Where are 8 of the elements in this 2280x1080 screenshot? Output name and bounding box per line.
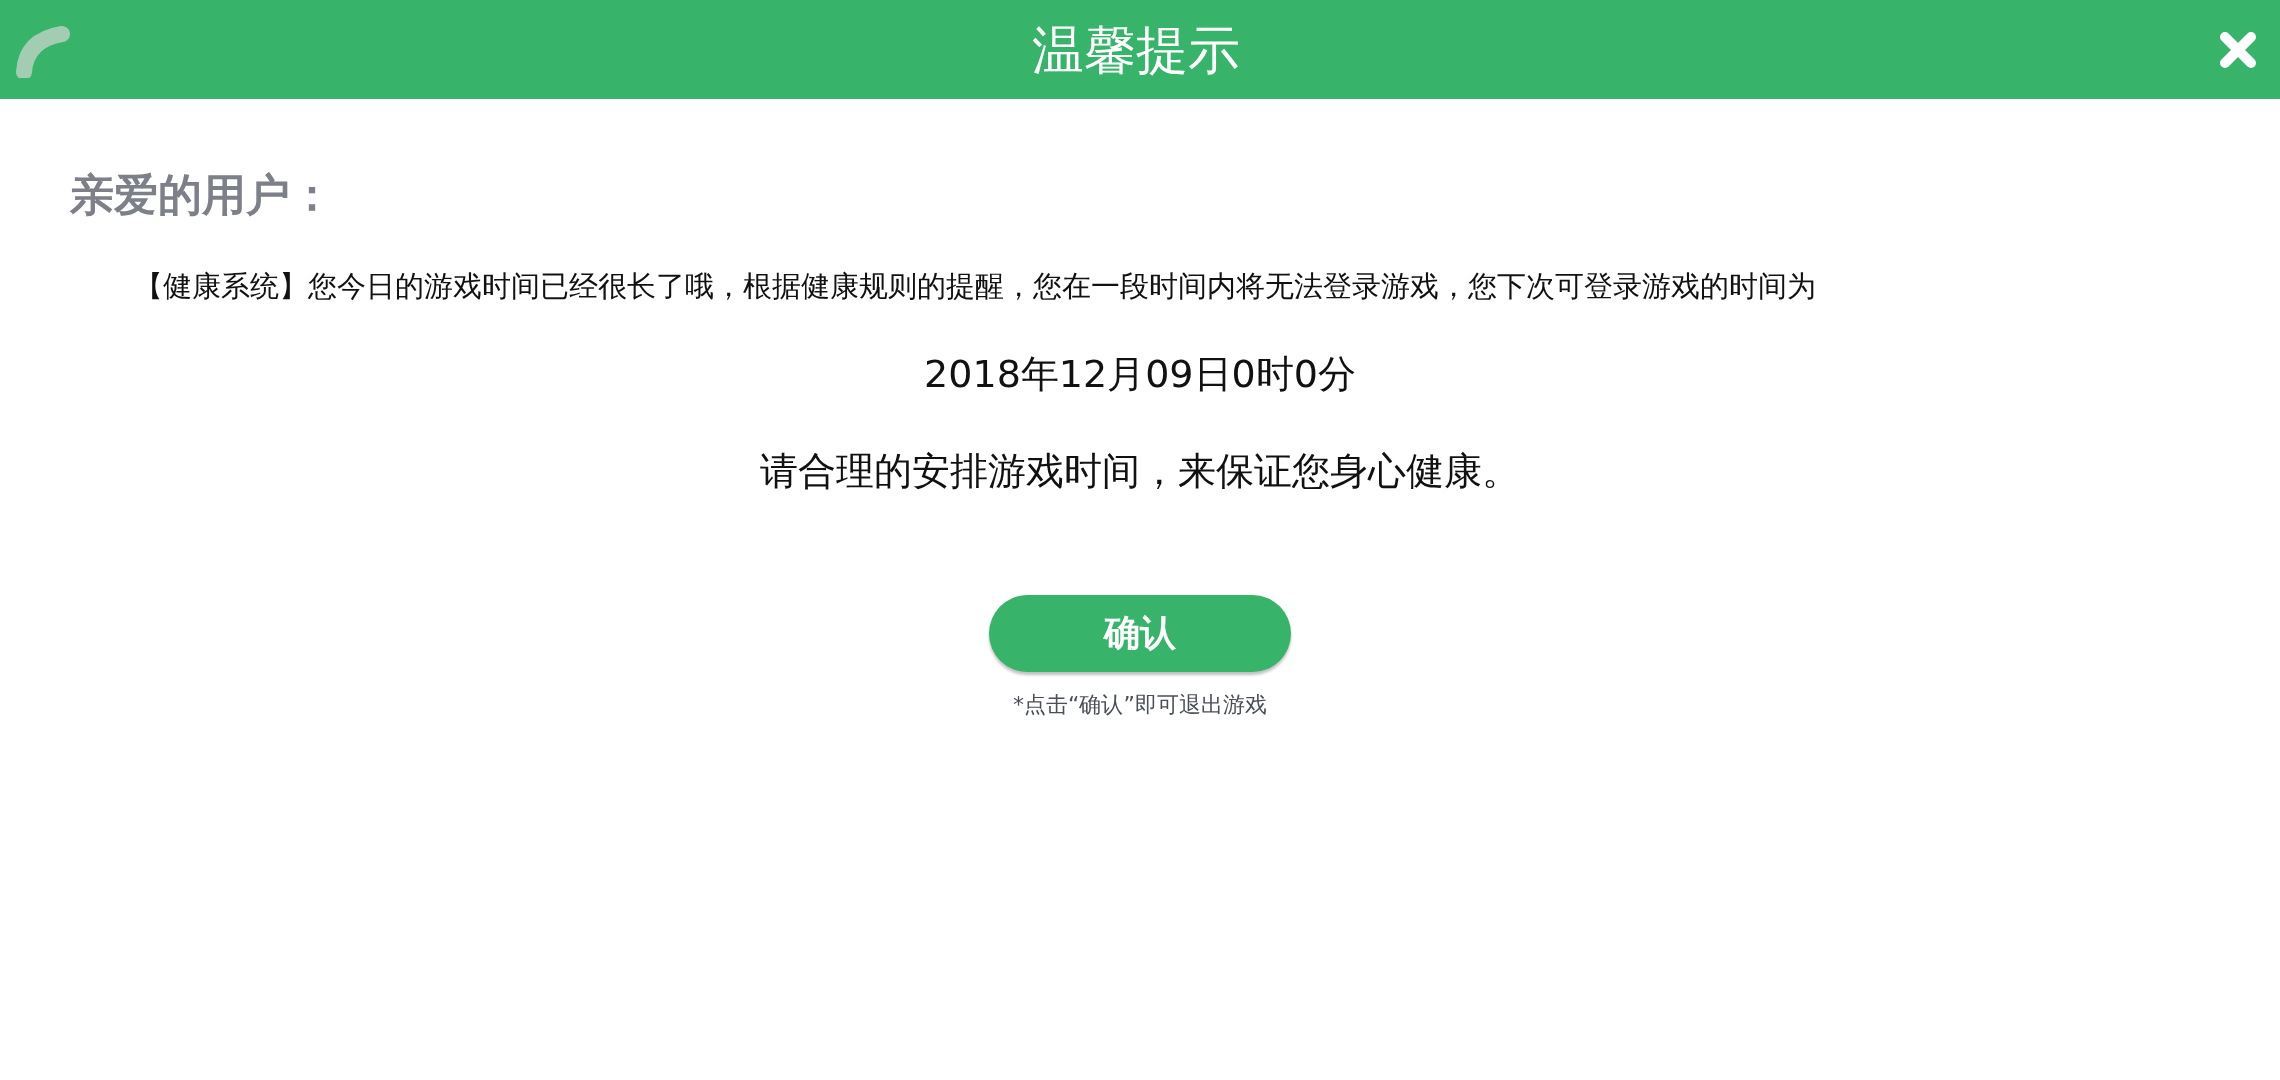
confirm-button[interactable]: 确认 <box>989 595 1291 673</box>
dialog-title: 温馨提示 <box>1032 23 1240 76</box>
close-icon[interactable] <box>2218 29 2258 70</box>
message-text: 【健康系统】您今日的游戏时间已经很长了哦，根据健康规则的提醒，您在一段时间内将无法登录游戏，您下次可登录游戏的时间为 <box>134 267 1817 305</box>
footnote: *点击“确认”即可退出游戏 <box>1013 691 1267 720</box>
greeting: 亲爱的用户： <box>70 169 335 222</box>
next-login-time: 2018年12月09日0时0分 <box>924 351 1356 399</box>
advice-text: 请合理的安排游戏时间，来保证您身心健康。 <box>760 448 1520 496</box>
